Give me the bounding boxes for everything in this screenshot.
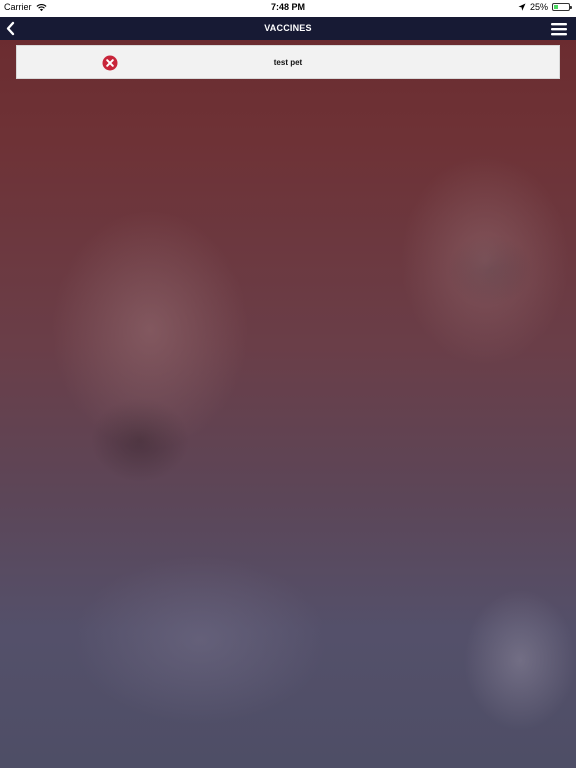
status-bar: Carrier 7:48 PM 25% xyxy=(0,0,576,17)
location-icon xyxy=(518,3,526,11)
status-right: 25% xyxy=(518,2,572,12)
background-dog-photo xyxy=(0,0,576,768)
navigation-bar: VACCINES xyxy=(0,17,576,40)
battery-level-fill xyxy=(554,5,558,9)
pet-list-item[interactable]: test pet xyxy=(16,45,560,79)
battery-percent: 25% xyxy=(529,2,548,12)
status-time: 7:48 PM xyxy=(270,2,305,12)
battery-icon xyxy=(552,3,572,11)
pet-name: test pet xyxy=(273,58,303,67)
page-title: VACCINES xyxy=(264,23,312,33)
hamburger-menu-icon[interactable] xyxy=(550,21,568,37)
